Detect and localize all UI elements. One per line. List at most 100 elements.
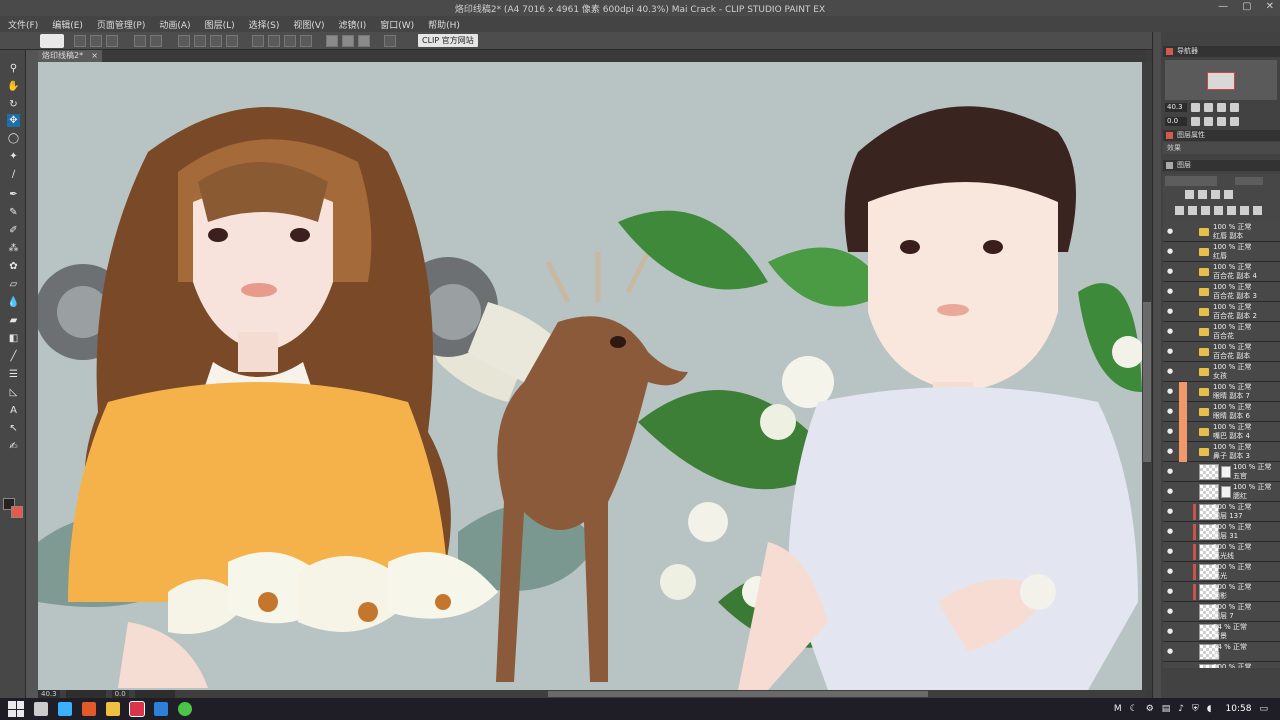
navigator-viewport[interactable] bbox=[1207, 72, 1235, 90]
layer-row[interactable]: ● 100 % 正常 阴影 bbox=[1163, 582, 1280, 602]
close-tab-icon[interactable]: × bbox=[91, 50, 98, 62]
rotate-left-icon[interactable] bbox=[1191, 117, 1200, 126]
layer-row[interactable]: ● 54 % 正常 背景 bbox=[1163, 622, 1280, 642]
layer-properties-header[interactable]: 图层属性 bbox=[1163, 130, 1280, 141]
menu-help[interactable]: 帮助(H) bbox=[428, 18, 460, 31]
layer-row[interactable]: ● 100 % 正常 百合花 副本 2 bbox=[1163, 302, 1280, 322]
frame-tool-icon[interactable]: ☰ bbox=[7, 368, 20, 381]
layer-row[interactable]: ● 100 % 正常 百合花 副本 bbox=[1163, 342, 1280, 362]
task-view-icon[interactable] bbox=[34, 702, 48, 716]
save-icon[interactable] bbox=[106, 34, 118, 47]
layer-row[interactable]: ● 100 % 正常 图层 7 bbox=[1163, 602, 1280, 622]
fill-icon[interactable] bbox=[210, 34, 222, 47]
notification-icon[interactable]: ▭ bbox=[1259, 704, 1268, 714]
visibility-eye-icon[interactable]: ● bbox=[1167, 628, 1175, 635]
decoration-tool-icon[interactable]: ✿ bbox=[7, 260, 20, 273]
layer-row[interactable]: ● 100 % 正常 高光线 bbox=[1163, 542, 1280, 562]
layer-row[interactable]: ● 100 % 正常 嘴巴 副本 4 bbox=[1163, 422, 1280, 442]
visibility-eye-icon[interactable]: ● bbox=[1167, 388, 1175, 395]
layer-panel-header[interactable]: 图层 bbox=[1163, 160, 1280, 171]
zoom-in-icon[interactable] bbox=[1191, 103, 1200, 112]
menu-file[interactable]: 文件(F) bbox=[8, 18, 38, 31]
new-vector-layer-icon[interactable] bbox=[1188, 206, 1197, 215]
visibility-eye-icon[interactable]: ● bbox=[1167, 568, 1175, 575]
visibility-eye-icon[interactable]: ● bbox=[1167, 348, 1175, 355]
snap-special-icon[interactable] bbox=[358, 34, 370, 47]
delete-layer-icon[interactable] bbox=[1240, 206, 1249, 215]
visibility-eye-icon[interactable]: ● bbox=[1167, 468, 1175, 475]
layer-row[interactable]: ● 100 % 正常 红唇 副本 bbox=[1163, 222, 1280, 242]
merge-down-icon[interactable] bbox=[1214, 206, 1223, 215]
new-file-icon[interactable] bbox=[74, 34, 86, 47]
eraser-tool-icon[interactable]: ▱ bbox=[7, 278, 20, 291]
crop-icon[interactable] bbox=[300, 34, 312, 47]
layer-row[interactable]: ● 100 % 正常 百合花 副本 3 bbox=[1163, 282, 1280, 302]
visibility-eye-icon[interactable]: ● bbox=[1167, 288, 1175, 295]
visibility-eye-icon[interactable]: ● bbox=[1167, 588, 1175, 595]
fit-icon[interactable] bbox=[1217, 103, 1226, 112]
balloon-tool-icon[interactable]: ↖ bbox=[7, 422, 20, 435]
opacity-slider[interactable] bbox=[1235, 177, 1263, 185]
horizontal-scroll-thumb[interactable] bbox=[548, 691, 928, 697]
visibility-eye-icon[interactable]: ● bbox=[1167, 308, 1175, 315]
select-all-icon[interactable] bbox=[284, 34, 296, 47]
menu-layer[interactable]: 图层(L) bbox=[205, 18, 235, 31]
file-explorer-icon[interactable] bbox=[106, 702, 120, 716]
snap-grid-icon[interactable] bbox=[342, 34, 354, 47]
open-file-icon[interactable] bbox=[90, 34, 102, 47]
visibility-eye-icon[interactable]: ● bbox=[1167, 408, 1175, 415]
fill-tool-icon[interactable]: ▰ bbox=[7, 314, 20, 327]
layer-row[interactable]: ● 54 % 正常眉 bbox=[1163, 642, 1280, 662]
tray-speaker-icon[interactable]: ◖ bbox=[1207, 704, 1212, 714]
rotate-tool-icon[interactable]: ↻ bbox=[7, 98, 20, 111]
layer-row[interactable]: ● 100 % 正常 高光 bbox=[1163, 562, 1280, 582]
menu-edit[interactable]: 编辑(E) bbox=[52, 18, 83, 31]
snap-ruler-icon[interactable] bbox=[326, 34, 338, 47]
zoom-slider[interactable] bbox=[65, 690, 106, 698]
zoom-readout[interactable]: 40.3 bbox=[38, 690, 60, 698]
new-folder-icon[interactable] bbox=[1201, 206, 1210, 215]
deselect-icon[interactable] bbox=[252, 34, 264, 47]
blend-mode-select[interactable] bbox=[1165, 176, 1217, 186]
zoom-out-icon[interactable] bbox=[1204, 103, 1213, 112]
mask-icon[interactable] bbox=[1227, 206, 1236, 215]
visibility-eye-icon[interactable]: ● bbox=[1167, 368, 1175, 375]
lock-icon[interactable] bbox=[1211, 190, 1220, 199]
display-mode-icon[interactable] bbox=[384, 34, 396, 47]
windows-start-icon[interactable] bbox=[8, 701, 24, 717]
menu-filter[interactable]: 滤镜(I) bbox=[339, 18, 367, 31]
clock[interactable]: 10:58 bbox=[1226, 704, 1252, 714]
zoom-tool-icon[interactable]: ⚲ bbox=[7, 62, 20, 75]
clip-logo-icon[interactable] bbox=[40, 34, 64, 48]
document-tab[interactable]: 烙印线稿2* × bbox=[38, 50, 102, 62]
minimize-icon[interactable]: — bbox=[1218, 1, 1228, 12]
magic-wand-icon[interactable]: ✦ bbox=[7, 150, 20, 163]
trash-icon[interactable] bbox=[1253, 206, 1262, 215]
layer-row[interactable]: ● 100 % 正常 腮红 bbox=[1163, 482, 1280, 502]
layer-row[interactable]: ● 100 % 正常 红唇 bbox=[1163, 242, 1280, 262]
close-icon[interactable]: ✕ bbox=[1266, 1, 1274, 12]
pencil-tool-icon[interactable]: ✎ bbox=[7, 206, 20, 219]
navigator-zoom-value[interactable]: 40.3 bbox=[1165, 103, 1187, 112]
text-tool-icon[interactable]: A bbox=[7, 404, 20, 417]
vertical-scroll-thumb[interactable] bbox=[1143, 302, 1151, 462]
undo-icon[interactable] bbox=[134, 34, 146, 47]
blend-tool-icon[interactable]: 💧 bbox=[7, 296, 20, 309]
eyedropper-icon[interactable]: ∕ bbox=[7, 168, 20, 181]
scale-icon[interactable] bbox=[194, 34, 206, 47]
layer-row[interactable]: ● 100 % 正常 百合花 bbox=[1163, 322, 1280, 342]
tray-moon-icon[interactable]: ☾ bbox=[1130, 704, 1138, 714]
invert-selection-icon[interactable] bbox=[268, 34, 280, 47]
clip-layer-icon[interactable] bbox=[1185, 190, 1194, 199]
navigator-header[interactable]: 导航器 bbox=[1163, 46, 1280, 57]
visibility-eye-icon[interactable]: ● bbox=[1167, 508, 1175, 515]
menu-window[interactable]: 窗口(W) bbox=[380, 18, 414, 31]
ime-indicator[interactable]: M bbox=[1114, 704, 1122, 714]
navigator-angle-value[interactable]: 0.0 bbox=[1165, 117, 1187, 126]
brush-tool-icon[interactable]: ✐ bbox=[7, 224, 20, 237]
tray-network-icon[interactable]: ▤ bbox=[1162, 704, 1171, 714]
gradient-tool-icon[interactable]: ◧ bbox=[7, 332, 20, 345]
pinned-app-icon-1[interactable] bbox=[58, 702, 72, 716]
visibility-eye-icon[interactable]: ● bbox=[1167, 648, 1175, 655]
visibility-eye-icon[interactable]: ● bbox=[1167, 328, 1175, 335]
